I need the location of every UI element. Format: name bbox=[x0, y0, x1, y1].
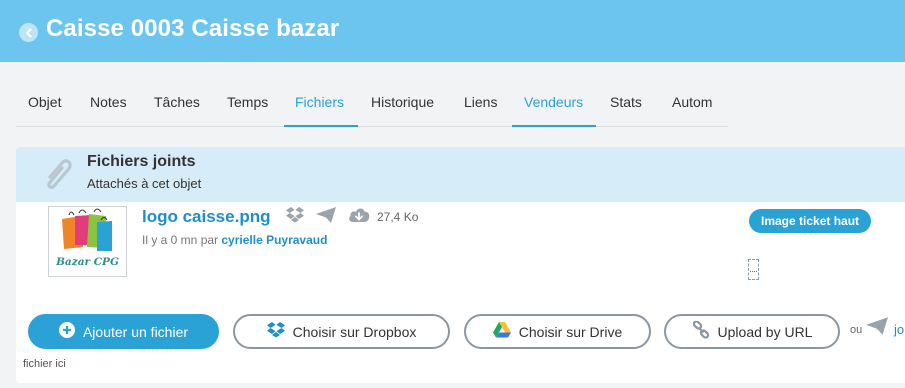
attachments-title: Fichiers joints bbox=[87, 153, 196, 170]
tab-autom[interactable]: Autom bbox=[672, 94, 712, 110]
file-name-link[interactable]: logo caisse.png bbox=[142, 207, 270, 227]
page-title: Caisse 0003 Caisse bazar bbox=[46, 15, 340, 42]
plus-circle-icon bbox=[58, 322, 75, 341]
tab-temps[interactable]: Temps bbox=[227, 94, 268, 110]
tab-stats[interactable]: Stats bbox=[610, 94, 642, 110]
tab-bar: Objet Notes Tâches Temps Fichiers Histor… bbox=[16, 82, 728, 127]
tab-historique[interactable]: Historique bbox=[371, 94, 434, 110]
upload-url-button[interactable]: Upload by URL bbox=[664, 314, 840, 349]
upload-url-label: Upload by URL bbox=[717, 323, 813, 340]
back-icon[interactable] bbox=[19, 23, 38, 42]
edit-placeholder[interactable] bbox=[748, 259, 759, 280]
dropbox-label: Choisir sur Dropbox bbox=[292, 323, 417, 340]
tab-notes[interactable]: Notes bbox=[90, 94, 127, 110]
add-file-button[interactable]: Ajouter un fichier bbox=[28, 314, 219, 349]
send-icon[interactable] bbox=[316, 207, 336, 228]
add-file-label: Ajouter un fichier bbox=[82, 323, 189, 340]
tab-vendeurs[interactable]: Vendeurs bbox=[524, 94, 583, 110]
paperclip-icon bbox=[40, 155, 76, 200]
dropbox-button[interactable]: Choisir sur Dropbox bbox=[233, 314, 450, 349]
attachments-panel: Fichiers joints Attachés à cet objet Baz… bbox=[16, 147, 905, 383]
drive-label: Choisir sur Drive bbox=[518, 323, 623, 340]
tab-fichiers-underline bbox=[284, 125, 358, 127]
file-tag-badge[interactable]: Image ticket haut bbox=[749, 209, 872, 233]
google-drive-icon bbox=[492, 322, 511, 341]
dropbox-icon bbox=[266, 322, 285, 341]
or-text: ou bbox=[850, 324, 863, 336]
file-author-link[interactable]: cyrielle Puyravaud bbox=[221, 233, 327, 247]
cloud-download-icon[interactable] bbox=[348, 207, 370, 228]
file-actions bbox=[286, 207, 370, 228]
tab-objet[interactable]: Objet bbox=[28, 94, 61, 110]
file-size: 27,4 Ko bbox=[377, 210, 419, 224]
link-icon bbox=[692, 320, 710, 342]
attachments-header: Fichiers joints Attachés à cet objet bbox=[16, 147, 905, 202]
tab-vendeurs-underline bbox=[512, 125, 596, 127]
dropbox-icon[interactable] bbox=[286, 207, 304, 228]
file-meta-prefix: Il y a 0 mn par bbox=[142, 233, 219, 247]
join-link[interactable]: jo bbox=[894, 322, 904, 337]
drop-hint: fichier ici bbox=[23, 358, 66, 370]
file-meta: Il y a 0 mn par cyrielle Puyravaud bbox=[142, 233, 327, 247]
tab-taches[interactable]: Tâches bbox=[154, 94, 200, 110]
file-thumbnail[interactable]: Bazar CPG bbox=[48, 206, 127, 277]
drive-button[interactable]: Choisir sur Drive bbox=[464, 314, 651, 349]
shopping-bags-image bbox=[62, 208, 112, 251]
attachments-subtitle: Attachés à cet objet bbox=[87, 176, 202, 191]
thumbnail-caption: Bazar CPG bbox=[56, 256, 119, 268]
send-icon[interactable] bbox=[866, 317, 888, 340]
tab-liens[interactable]: Liens bbox=[464, 94, 497, 110]
tab-fichiers[interactable]: Fichiers bbox=[295, 94, 344, 110]
page-header: Caisse 0003 Caisse bazar bbox=[0, 0, 905, 62]
